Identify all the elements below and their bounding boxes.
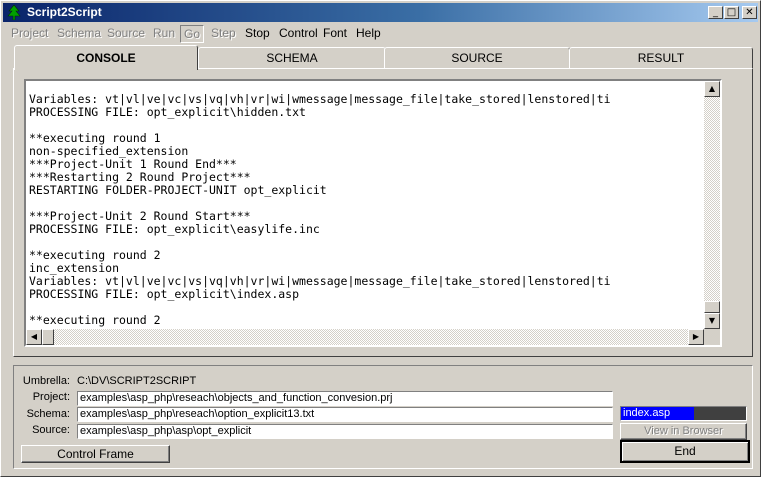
scroll-down-button[interactable]: ▼	[704, 313, 720, 329]
close-button[interactable]: ✕	[742, 6, 757, 19]
console-line: PROCESSING FILE: opt_explicit\hidden.txt	[29, 105, 306, 119]
tree-icon	[7, 5, 21, 20]
scroll-right-button[interactable]: ▶	[688, 329, 704, 345]
menu-run[interactable]: Run	[150, 25, 178, 41]
menu-control[interactable]: Control	[276, 25, 321, 41]
vertical-scroll-thumb[interactable]	[704, 301, 720, 313]
menu-step[interactable]: Step	[208, 25, 239, 41]
menu-go[interactable]: Go	[180, 25, 205, 43]
view-in-browser-button[interactable]: View in Browser	[620, 423, 747, 440]
source-field[interactable]: examples\asp_php\asp\opt_explicit	[77, 424, 613, 439]
menu-help[interactable]: Help	[353, 25, 384, 41]
maximize-button[interactable]: □	[724, 6, 739, 19]
console-output[interactable]: Variables: vt|vl|ve|vc|vs|vq|vh|vr|wi|wm…	[24, 79, 722, 347]
tab-schema[interactable]: SCHEMA	[198, 47, 386, 69]
menu-stop[interactable]: Stop	[242, 25, 273, 41]
horizontal-scrollbar[interactable]: ◀ ▶	[26, 329, 704, 345]
progress-text: index.asp	[623, 407, 671, 419]
console-line: **executing round 2	[29, 313, 161, 327]
console-line: PROCESSING FILE: opt_explicit\index.asp	[29, 287, 300, 301]
window-title: Script2Script	[27, 5, 102, 19]
project-label: Project:	[32, 391, 70, 403]
tab-result[interactable]: RESULT	[569, 47, 753, 69]
progress-bar: index.asp	[620, 406, 747, 421]
horizontal-scroll-thumb[interactable]	[42, 329, 54, 345]
umbrella-value: C:\DV\SCRIPT2SCRIPT	[77, 375, 197, 387]
console-line: PROCESSING FILE: opt_explicit\easylife.i…	[29, 222, 320, 236]
scrollbar-corner	[704, 329, 720, 345]
umbrella-label: Umbrella:	[22, 375, 70, 387]
menu-bar: Project Schema Source Run Go Step Stop C…	[5, 24, 755, 43]
title-bar[interactable]: Script2Script _ □ ✕	[3, 3, 758, 22]
tab-console[interactable]: CONSOLE	[14, 45, 198, 70]
console-line: **executing round 2	[29, 248, 161, 262]
console-line: RESTARTING FOLDER-PROJECT-UNIT opt_expli…	[29, 183, 327, 197]
schema-field[interactable]: examples\asp_php\reseach\option_explicit…	[77, 407, 613, 422]
project-field[interactable]: examples\asp_php\reseach\objects_and_fun…	[77, 391, 613, 406]
source-label: Source:	[32, 424, 70, 436]
menu-project[interactable]: Project	[8, 25, 51, 41]
schema-label: Schema:	[26, 408, 70, 420]
scroll-left-button[interactable]: ◀	[26, 329, 42, 345]
main-window: Script2Script _ □ ✕ Project Schema Sourc…	[0, 0, 761, 477]
menu-source[interactable]: Source	[104, 25, 148, 41]
control-frame-button[interactable]: Control Frame	[21, 445, 170, 463]
vertical-scrollbar[interactable]: ▲ ▼	[704, 81, 720, 329]
console-text: Variables: vt|vl|ve|vc|vs|vq|vh|vr|wi|wm…	[29, 93, 705, 327]
end-button[interactable]: End	[620, 440, 750, 463]
menu-font[interactable]: Font	[320, 25, 350, 41]
scroll-up-button[interactable]: ▲	[704, 81, 720, 97]
menu-schema[interactable]: Schema	[54, 25, 104, 41]
tab-source[interactable]: SOURCE	[384, 47, 570, 69]
minimize-button[interactable]: _	[708, 6, 723, 19]
